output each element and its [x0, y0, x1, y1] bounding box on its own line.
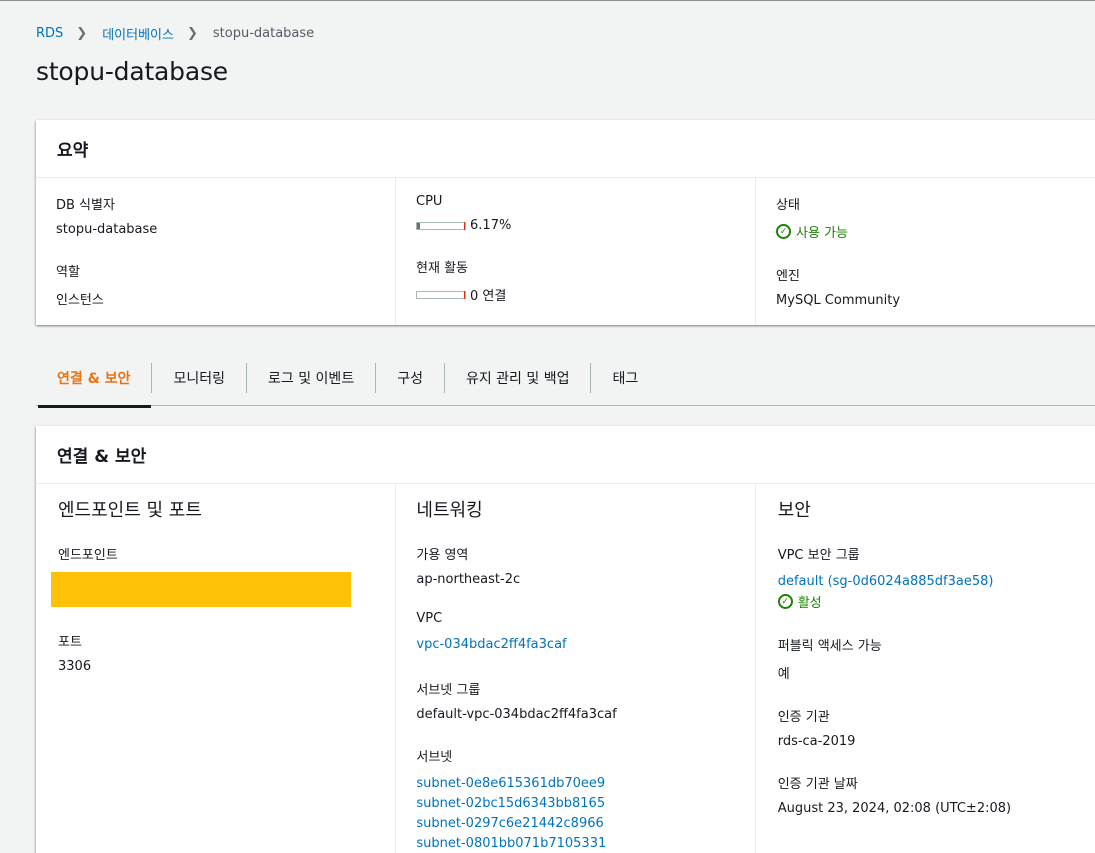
port-label: 포트	[58, 635, 82, 650]
ca-date-label: 인증 기관 날짜	[777, 777, 858, 792]
status-value-row: ✓ 사용 가능	[776, 222, 1095, 241]
breadcrumb-databases-link[interactable]: 데이터베이스	[102, 24, 174, 43]
tab-configuration[interactable]: 구성	[376, 351, 444, 406]
security-column: 보안 VPC 보안 그룹 default (sg-0d6024a885df3ae…	[756, 484, 1095, 853]
subnet-group-label: 서브넷 그룹	[416, 683, 481, 698]
cpu-meter-fill	[417, 222, 420, 229]
tab-maintenance-backups[interactable]: 유지 관리 및 백업	[445, 351, 591, 406]
db-id-value: stopu-database	[56, 222, 158, 237]
ca-date-value: August 23, 2024, 02:08 (UTC±2:08)	[777, 801, 1012, 816]
ca-label: 인증 기관	[777, 710, 830, 725]
vpc-link[interactable]: vpc-034bdac2ff4fa3caf	[416, 635, 732, 655]
az-value: ap-northeast-2c	[416, 572, 521, 587]
connectivity-panel: 연결 & 보안 엔드포인트 및 포트 엔드포인트 포트 3306 네트워킹 가용…	[36, 426, 1095, 853]
status-value: 사용 가능	[796, 226, 849, 241]
tab-logs-events[interactable]: 로그 및 이벤트	[247, 351, 375, 406]
sg-status: 활성	[797, 596, 822, 611]
security-section-title: 보안	[777, 500, 811, 521]
cpu-meter-threshold	[464, 221, 466, 230]
connectivity-title: 연결 & 보안	[36, 426, 1095, 484]
sg-label: VPC 보안 그룹	[777, 548, 860, 563]
cpu-meter	[416, 221, 467, 230]
networking-section-title: 네트워킹	[416, 500, 483, 521]
activity-value: 0 연결	[470, 289, 507, 304]
endpoint-column: 엔드포인트 및 포트 엔드포인트 포트 3306	[36, 484, 397, 853]
subnet-group-value: default-vpc-034bdac2ff4fa3caf	[416, 707, 617, 722]
endpoint-section-title: 엔드포인트 및 포트	[58, 500, 202, 521]
role-label: 역할	[56, 265, 80, 280]
sg-status-row: ✓ 활성	[777, 592, 1094, 611]
ca-value: rds-ca-2019	[777, 734, 856, 749]
detail-tabs: 연결 & 보안 모니터링 로그 및 이벤트 구성 유지 관리 및 백업 태그	[36, 351, 1095, 408]
summary-col-status: 상태 ✓ 사용 가능 엔진 MySQL Community	[756, 178, 1095, 325]
subnets-label: 서브넷	[416, 750, 453, 765]
status-label: 상태	[776, 198, 800, 213]
public-access-label: 퍼블릭 액세스 가능	[777, 639, 882, 654]
role-value: 인스턴스	[56, 293, 104, 308]
port-value: 3306	[58, 659, 92, 674]
breadcrumb-rds-link[interactable]: RDS	[36, 26, 63, 41]
az-label: 가용 영역	[416, 548, 469, 563]
subnet-link[interactable]: subnet-0297c6e21442c8966	[416, 814, 732, 834]
activity-meter	[416, 290, 467, 299]
tab-connectivity-security[interactable]: 연결 & 보안	[36, 351, 152, 408]
breadcrumb: RDS ❯ 데이터베이스 ❯ stopu-database	[36, 24, 314, 43]
breadcrumb-current: stopu-database	[212, 26, 315, 41]
endpoint-label: 엔드포인트	[58, 548, 118, 563]
engine-label: 엔진	[776, 269, 800, 284]
subnet-link[interactable]: subnet-0e8e615361db70ee9	[416, 774, 732, 794]
check-circle-icon: ✓	[777, 594, 793, 609]
summary-panel: 요약 DB 식별자 stopu-database 역할 인스턴스 CPU 6.1…	[36, 120, 1095, 325]
summary-col-identity: DB 식별자 stopu-database 역할 인스턴스	[36, 178, 397, 325]
networking-column: 네트워킹 가용 영역 ap-northeast-2c VPC vpc-034bd…	[396, 484, 756, 853]
tab-monitoring[interactable]: 모니터링	[152, 351, 246, 406]
cpu-value-row: 6.17%	[416, 218, 735, 233]
subnet-link[interactable]: subnet-0801bb071b7105331	[416, 834, 732, 853]
activity-label: 현재 활동	[416, 261, 468, 276]
subnet-link[interactable]: subnet-02bc15d6343bb8165	[416, 794, 732, 814]
public-access-value: 예	[777, 667, 790, 682]
chevron-right-icon: ❯	[76, 26, 88, 41]
page-title: stopu-database	[36, 57, 228, 86]
endpoint-redacted	[51, 572, 351, 607]
security-group-link[interactable]: default (sg-0d6024a885df3ae58)	[778, 572, 1094, 592]
summary-col-metrics: CPU 6.17% 현재 활동 0 연결	[396, 178, 757, 325]
summary-title: 요약	[36, 120, 1095, 178]
check-circle-icon: ✓	[776, 224, 792, 239]
activity-meter-threshold	[464, 290, 466, 299]
db-id-label: DB 식별자	[56, 198, 115, 213]
activity-value-row: 0 연결	[416, 285, 735, 304]
cpu-value: 6.17%	[470, 218, 512, 233]
tab-tags[interactable]: 태그	[591, 351, 659, 406]
cpu-label: CPU	[416, 194, 443, 209]
subnet-list: subnet-0e8e615361db70ee9 subnet-02bc15d6…	[416, 774, 732, 853]
chevron-right-icon: ❯	[186, 26, 198, 41]
vpc-label: VPC	[416, 611, 443, 626]
engine-value: MySQL Community	[776, 293, 901, 308]
